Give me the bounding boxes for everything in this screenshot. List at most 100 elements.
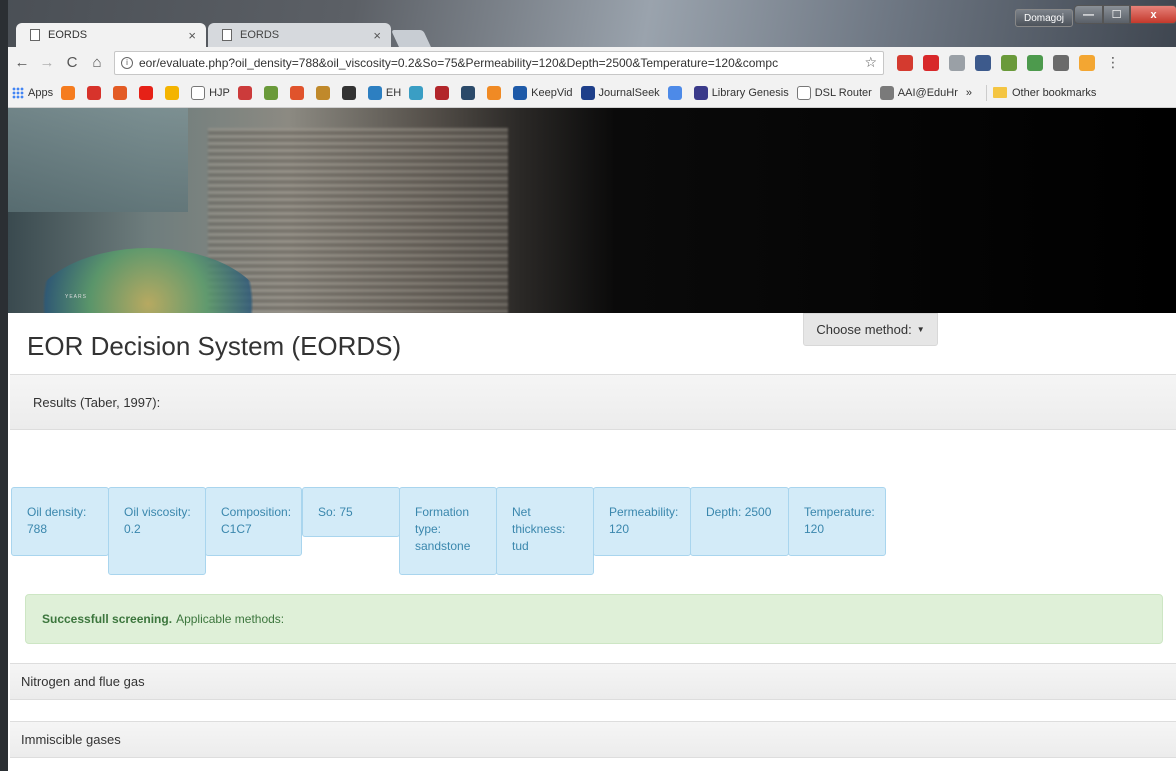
- bookmark-label: Apps: [28, 86, 54, 99]
- bookmark-item[interactable]: [61, 85, 79, 100]
- window-controls: — ☐ x: [1074, 5, 1176, 24]
- method-label: Nitrogen and flue gas: [21, 674, 145, 689]
- adblock-icon[interactable]: [923, 54, 939, 71]
- doc-icon: [796, 85, 811, 100]
- bookmark-item[interactable]: [113, 85, 131, 100]
- bookmark-label: KeepVid: [531, 86, 573, 99]
- method-nitrogen-flue-gas[interactable]: Nitrogen and flue gas: [10, 663, 1176, 700]
- bookmark-item[interactable]: Other bookmarks: [993, 87, 1096, 99]
- stack-icon[interactable]: [1053, 54, 1069, 71]
- star-bookmark-icon[interactable]: ☆: [864, 54, 877, 71]
- bookmarks-bar: Apps HJP EH KeepVid JournalSeek Library Genes…: [8, 78, 1176, 108]
- param-oil-viscosity: Oil viscosity: 0.2: [108, 487, 206, 575]
- param-temperature: Temperature: 120: [788, 487, 886, 556]
- orange-icon: [487, 85, 502, 100]
- minimize-button[interactable]: —: [1074, 5, 1103, 24]
- bookmark-item[interactable]: [461, 85, 479, 100]
- reader-icon[interactable]: [975, 54, 991, 71]
- bookmark-item[interactable]: [487, 85, 505, 100]
- close-tab-icon[interactable]: ×: [188, 28, 196, 43]
- home-icon[interactable]: ⌂: [86, 52, 108, 74]
- bookmark-label: Other bookmarks: [1012, 86, 1097, 99]
- eh-icon: [367, 85, 382, 100]
- tab-title: EORDS: [240, 29, 280, 41]
- bookmark-item[interactable]: HJP: [191, 85, 230, 100]
- bookmark-label: AAI@EduHr: [897, 86, 958, 99]
- bookmark-label: »: [965, 86, 972, 99]
- apps-grid-icon: [12, 86, 24, 99]
- choose-method-dropdown[interactable]: Choose method: ▼: [803, 313, 938, 346]
- page-title: EOR Decision System (EORDS): [27, 331, 402, 361]
- bookmark-item[interactable]: [289, 85, 308, 100]
- bookmark-item[interactable]: [263, 85, 282, 100]
- bookmark-item[interactable]: AAI@EduHr: [879, 85, 958, 100]
- close-window-button[interactable]: x: [1130, 5, 1176, 24]
- bookmark-item[interactable]: EH: [367, 85, 402, 100]
- close-tab-icon[interactable]: ×: [373, 28, 381, 43]
- method-immiscible-gases[interactable]: Immiscible gases: [10, 721, 1176, 758]
- bookmark-label: Library Genesis: [711, 86, 789, 99]
- back-arrow-icon[interactable]: ←: [11, 52, 33, 74]
- maximize-button[interactable]: ☐: [1103, 5, 1130, 24]
- bookmark-item[interactable]: KeepVid: [513, 85, 573, 100]
- bookmark-item[interactable]: [87, 85, 105, 100]
- header-banner-image: YEARS: [8, 108, 1176, 313]
- bookmark-item[interactable]: [409, 85, 427, 100]
- e-icon: [113, 85, 128, 100]
- journalseek-icon: [580, 85, 595, 100]
- drive-ext-icon[interactable]: [949, 54, 965, 71]
- libgen-icon: [693, 85, 708, 100]
- extension-icons: [892, 54, 1100, 71]
- page-icon: [30, 29, 40, 41]
- param-oil-density: Oil density: 788: [11, 487, 109, 556]
- results-heading-text: Results (Taber, 1997):: [33, 394, 161, 410]
- bookmark-icon[interactable]: [897, 54, 913, 71]
- frog-icon[interactable]: [1027, 54, 1043, 71]
- bookmark-item[interactable]: [341, 85, 360, 100]
- bookmark-item[interactable]: JournalSeek: [580, 85, 660, 100]
- forward-arrow-icon[interactable]: →: [36, 52, 58, 74]
- keepvid-icon: [513, 85, 528, 100]
- browser-toolbar: ← → C ⌂ i eor/evaluate.php?oil_density=7…: [8, 47, 1176, 78]
- reload-icon[interactable]: C: [61, 52, 83, 74]
- youtube-icon: [139, 85, 154, 100]
- c-icon: [461, 85, 476, 100]
- firefox-icon: [61, 85, 76, 100]
- aai-icon: [879, 85, 894, 100]
- t-icon: [341, 85, 356, 100]
- bookmark-item[interactable]: [435, 85, 453, 100]
- scholar-icon: [667, 85, 682, 100]
- tab-eords-active[interactable]: EORDS ×: [16, 23, 206, 47]
- arrow-icon: [263, 85, 278, 100]
- choose-method-label: Choose method:: [816, 322, 912, 337]
- bookmark-item[interactable]: DSL Router: [796, 85, 872, 100]
- url-text[interactable]: eor/evaluate.php?oil_density=788&oil_vis…: [139, 56, 860, 70]
- bookmark-item[interactable]: Apps: [12, 86, 54, 99]
- bookmark-item[interactable]: [667, 85, 686, 100]
- profile-button[interactable]: Domagoj: [1015, 9, 1074, 27]
- bank-icon: [87, 85, 102, 100]
- doc-icon: [191, 85, 206, 100]
- address-bar[interactable]: i eor/evaluate.php?oil_density=788&oil_v…: [114, 50, 884, 75]
- puzzle-icon[interactable]: [1001, 54, 1017, 71]
- bookmark-separator: [986, 84, 987, 101]
- info-icon[interactable]: i: [121, 56, 133, 69]
- param-permeability: Permeability: 120: [593, 487, 691, 556]
- param-depth: Depth: 2500: [690, 487, 789, 556]
- bookmark-item[interactable]: [139, 85, 157, 100]
- hand-icon[interactable]: [1079, 54, 1095, 71]
- bookmark-label: DSL Router: [814, 86, 872, 99]
- page-icon: [222, 29, 232, 41]
- bookmark-item[interactable]: Library Genesis: [693, 85, 789, 100]
- menu-icon[interactable]: ⋮: [1106, 54, 1120, 71]
- sun-icon: [289, 85, 304, 100]
- tab-eords[interactable]: EORDS ×: [208, 23, 391, 47]
- bookmark-item[interactable]: [165, 85, 183, 100]
- bookmark-item[interactable]: [237, 85, 256, 100]
- window-frame: [0, 0, 8, 771]
- bookmark-item[interactable]: »: [966, 87, 972, 99]
- param-composition: Composition: C1C7: [205, 487, 302, 556]
- bookmark-item[interactable]: [315, 85, 334, 100]
- bookmark-label: EH: [385, 86, 402, 99]
- lion-icon: [315, 85, 330, 100]
